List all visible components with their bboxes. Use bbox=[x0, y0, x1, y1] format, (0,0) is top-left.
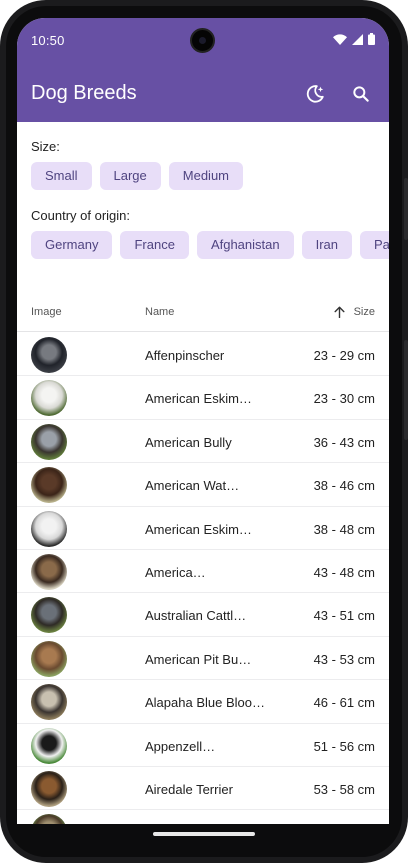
breed-name: Appenzell… bbox=[145, 738, 216, 754]
dog-photo-avatar bbox=[31, 770, 67, 807]
breed-size: 36 - 43 cm bbox=[313, 434, 375, 450]
breed-name: America… bbox=[145, 564, 206, 580]
breed-name: Alapaha Blue Bloo… bbox=[145, 695, 265, 711]
country-filter-label: Country of origin: bbox=[31, 208, 130, 223]
power-button bbox=[404, 178, 408, 240]
dog-photo-avatar bbox=[31, 380, 67, 417]
breed-name: Australian Cattl… bbox=[145, 608, 247, 624]
table-row[interactable]: Appenzell… 51 - 56 cm bbox=[17, 724, 389, 767]
breed-name: American Wat… bbox=[145, 478, 240, 494]
breed-size: 38 - 46 cm bbox=[313, 478, 375, 494]
chip-country-afghanistan[interactable]: Afghanistan bbox=[196, 231, 294, 259]
screen: 10:50 Dog Breeds Size: Small Large Mediu… bbox=[17, 18, 389, 824]
chip-country-iran[interactable]: Iran bbox=[301, 231, 353, 259]
breed-size: 23 - 29 cm bbox=[313, 348, 375, 363]
table-row[interactable] bbox=[17, 810, 389, 824]
theme-toggle-icon bbox=[306, 85, 324, 103]
camera-cutout bbox=[190, 28, 215, 53]
breed-size: 43 - 48 cm bbox=[313, 564, 375, 580]
breed-size: 23 - 30 cm bbox=[313, 391, 375, 407]
dog-photo-avatar bbox=[31, 597, 67, 634]
table-row[interactable]: Affenpinscher 23 - 29 cm bbox=[17, 333, 389, 377]
chip-country-france[interactable]: France bbox=[120, 231, 189, 259]
signal-icon bbox=[352, 33, 363, 45]
wifi-icon bbox=[333, 33, 347, 45]
breed-size: 51 - 56 cm bbox=[313, 738, 375, 754]
table-row[interactable]: Alapaha Blue Bloo… 46 - 61 cm bbox=[17, 680, 389, 724]
status-icons bbox=[333, 33, 375, 45]
breed-size: 46 - 61 cm bbox=[313, 695, 375, 711]
size-filter-label: Size: bbox=[31, 139, 60, 154]
dog-photo-avatar bbox=[31, 553, 67, 590]
breed-name: American Eskim… bbox=[145, 521, 252, 537]
column-header-size[interactable]: Size bbox=[334, 306, 375, 318]
breed-size: 43 - 53 cm bbox=[313, 651, 375, 667]
table-row[interactable]: American Pit Bu… 43 - 53 cm bbox=[17, 637, 389, 681]
table-header: Image Name Size bbox=[17, 296, 389, 332]
home-indicator[interactable] bbox=[153, 832, 255, 836]
table-row[interactable]: Airedale Terrier 53 - 58 cm bbox=[17, 767, 389, 811]
status-time: 10:50 bbox=[31, 33, 65, 48]
search-button[interactable] bbox=[347, 80, 375, 108]
theme-toggle-button[interactable] bbox=[301, 80, 329, 108]
column-header-image: Image bbox=[31, 306, 62, 318]
dog-photo-avatar bbox=[31, 640, 67, 677]
battery-icon bbox=[368, 33, 375, 45]
chip-size-large[interactable]: Large bbox=[99, 162, 161, 190]
breed-name: Airedale Terrier bbox=[145, 781, 233, 797]
table-row[interactable]: America… 43 - 48 cm bbox=[17, 550, 389, 594]
app-title: Dog Breeds bbox=[31, 82, 137, 104]
dog-photo-avatar bbox=[31, 510, 67, 547]
table-row[interactable]: American Eskim… 23 - 30 cm bbox=[17, 376, 389, 420]
chip-size-small[interactable]: Small bbox=[31, 162, 92, 190]
chip-size-medium[interactable]: Medium bbox=[168, 162, 244, 190]
volume-button bbox=[404, 340, 408, 440]
breed-name: American Bully bbox=[145, 434, 232, 450]
dog-photo-avatar bbox=[31, 467, 67, 504]
chip-country-partial[interactable]: Pa bbox=[360, 231, 389, 259]
breed-table-body: Affenpinscher 23 - 29 cm American Eskim… 23… bbox=[17, 333, 389, 824]
device-frame: 10:50 Dog Breeds Size: Small Large Mediu… bbox=[0, 0, 408, 863]
dog-photo-avatar bbox=[31, 337, 67, 373]
dog-photo-avatar bbox=[31, 727, 67, 764]
dog-photo-avatar bbox=[31, 423, 67, 460]
size-chip-row: Small Large Medium bbox=[31, 162, 244, 190]
app-bar: 10:50 Dog Breeds bbox=[17, 18, 389, 122]
breed-size: 43 - 51 cm bbox=[313, 608, 375, 624]
dog-photo-avatar bbox=[31, 814, 67, 824]
breed-size: 53 - 58 cm bbox=[313, 781, 375, 797]
table-row[interactable]: American Eskim… 38 - 48 cm bbox=[17, 507, 389, 550]
breed-size: 38 - 48 cm bbox=[313, 521, 375, 537]
search-icon bbox=[353, 86, 369, 102]
country-chip-row[interactable]: Germany France Afghanistan Iran Pa bbox=[31, 231, 389, 259]
breed-name: Affenpinscher bbox=[145, 348, 225, 363]
arrow-up-icon bbox=[334, 306, 345, 318]
dog-photo-avatar bbox=[31, 684, 67, 721]
chip-country-germany[interactable]: Germany bbox=[31, 231, 113, 259]
table-row[interactable]: American Bully 36 - 43 cm bbox=[17, 420, 389, 464]
table-row[interactable]: American Wat… 38 - 46 cm bbox=[17, 463, 389, 507]
column-header-name[interactable]: Name bbox=[145, 306, 174, 318]
breed-name: American Eskim… bbox=[145, 391, 252, 407]
column-header-size-label: Size bbox=[353, 306, 375, 318]
breed-name: American Pit Bu… bbox=[145, 651, 252, 667]
table-row[interactable]: Australian Cattl… 43 - 51 cm bbox=[17, 593, 389, 637]
